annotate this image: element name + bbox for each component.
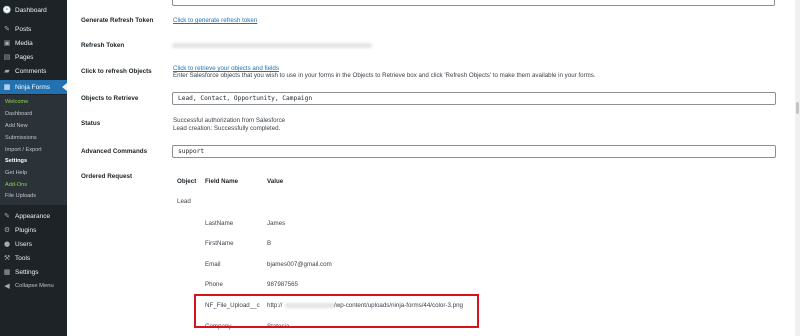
ninja-forms-icon: ▦ — [3, 83, 11, 91]
sidebar-item-comments[interactable]: ▰ Comments — [0, 64, 67, 78]
advanced-commands-label: Advanced Commands — [81, 148, 148, 155]
sidebar-item-settings[interactable]: ▦ Settings — [0, 265, 67, 279]
field-value-cell: James — [267, 220, 286, 227]
sidebar-item-tools[interactable]: ⚒ Tools — [0, 251, 67, 265]
status-line-2: Lead creation: Successfully completed. — [173, 125, 281, 132]
column-header-field-name: Field Name — [205, 178, 239, 185]
sidebar-item-label: Tools — [15, 254, 31, 262]
main-content: Generate Refresh Token Click to generate… — [67, 0, 800, 336]
generate-refresh-token-label: Generate Refresh Token — [81, 17, 154, 24]
ninja-forms-submenu: Welcome Dashboard Add New Submissions Im… — [0, 95, 67, 205]
previous-field-input[interactable] — [172, 0, 775, 6]
sidebar-item-label: Plugins — [15, 226, 37, 234]
column-header-object: Object — [177, 178, 197, 185]
sidebar-item-label: Ninja Forms — [15, 83, 51, 91]
plugins-icon: ⚙ — [3, 226, 11, 234]
sidebar-item-dashboard[interactable]: 🕐 Dashboard — [0, 3, 67, 17]
refresh-token-redacted — [172, 43, 372, 48]
submenu-file-uploads[interactable]: File Uploads — [5, 193, 36, 199]
pages-icon: ▤ — [3, 53, 11, 61]
settings-icon: ▦ — [3, 268, 11, 276]
submenu-get-help[interactable]: Get Help — [5, 170, 27, 176]
submenu-add-ons[interactable]: Add-Ons — [5, 182, 27, 188]
sidebar-item-label: Settings — [15, 268, 39, 276]
status-line-1: Successful authorization from Salesforce — [173, 117, 286, 124]
ordered-request-label: Ordered Request — [81, 173, 133, 180]
sidebar-item-ninja-forms[interactable]: ▦ Ninja Forms — [0, 80, 67, 94]
media-icon: ▣ — [3, 39, 11, 47]
submenu-settings[interactable]: Settings — [5, 158, 27, 164]
scrollbar-thumb[interactable] — [796, 102, 799, 114]
advanced-commands-input[interactable]: support — [172, 145, 776, 158]
submenu-submissions[interactable]: Submissions — [5, 135, 37, 141]
tools-icon: ⚒ — [3, 254, 11, 262]
field-value-cell: B — [267, 240, 272, 247]
sidebar-item-posts[interactable]: ✎ Posts — [0, 22, 67, 36]
collapse-menu-label: Collapse Menu — [15, 283, 54, 289]
sidebar-item-label: Posts — [15, 25, 32, 33]
submenu-dashboard[interactable]: Dashboard — [5, 111, 32, 117]
pin-icon: ✎ — [4, 25, 10, 33]
object-lead: Lead — [177, 198, 191, 205]
appearance-icon: ✎ — [4, 212, 10, 220]
field-name-cell: Phone — [205, 281, 223, 288]
comments-icon: ▰ — [4, 67, 10, 75]
field-value-cell: bjames007@gmail.com — [267, 261, 332, 268]
collapse-menu-button[interactable]: ◀ Collapse Menu — [0, 279, 67, 293]
refresh-token-label: Refresh Token — [81, 42, 125, 49]
sidebar-item-users[interactable]: ● Users — [0, 237, 67, 251]
status-label: Status — [81, 120, 101, 127]
sidebar-item-label: Media — [15, 39, 33, 47]
objects-to-retrieve-label: Objects to Retrieve — [81, 95, 139, 102]
objects-to-retrieve-input[interactable]: Lead, Contact, Opportunity, Campaign — [172, 92, 776, 105]
submenu-add-new[interactable]: Add New — [5, 123, 28, 129]
field-value-cell: 987987565 — [267, 281, 298, 288]
dashboard-icon: 🕐 — [2, 6, 12, 14]
sidebar-item-label: Users — [15, 240, 32, 248]
retrieve-objects-link[interactable]: Click to retrieve your objects and field… — [173, 65, 279, 72]
sidebar-item-label: Pages — [15, 53, 34, 61]
scrollbar[interactable] — [795, 0, 800, 336]
collapse-icon: ◀ — [4, 282, 10, 290]
field-name-cell: Email — [205, 261, 221, 268]
generate-refresh-token-link[interactable]: Click to generate refresh token — [173, 17, 257, 24]
admin-sidebar: 🕐 Dashboard ✎ Posts ▣ Media ▤ Pages ▰ Comment… — [0, 0, 67, 336]
settings-panel: Generate Refresh Token Click to generate… — [67, 0, 795, 336]
sidebar-item-media[interactable]: ▣ Media — [0, 36, 67, 50]
refresh-objects-label: Click to refresh Objects — [81, 68, 152, 75]
field-name-cell: FirstName — [205, 240, 234, 247]
submenu-welcome[interactable]: Welcome — [5, 99, 28, 105]
refresh-objects-help-text: Enter Salesforce objects that you wish t… — [173, 72, 596, 79]
field-name-cell: LastName — [205, 220, 234, 227]
sidebar-item-label: Dashboard — [15, 6, 47, 14]
column-header-value: Value — [267, 178, 284, 185]
users-icon: ● — [3, 240, 11, 248]
sidebar-item-label: Appearance — [15, 212, 51, 220]
sidebar-item-pages[interactable]: ▤ Pages — [0, 50, 67, 64]
sidebar-item-plugins[interactable]: ⚙ Plugins — [0, 223, 67, 237]
highlight-box — [194, 294, 479, 328]
sidebar-item-label: Comments — [15, 67, 47, 75]
submenu-import-export[interactable]: Import / Export — [5, 147, 42, 153]
sidebar-item-appearance[interactable]: ✎ Appearance — [0, 209, 67, 223]
